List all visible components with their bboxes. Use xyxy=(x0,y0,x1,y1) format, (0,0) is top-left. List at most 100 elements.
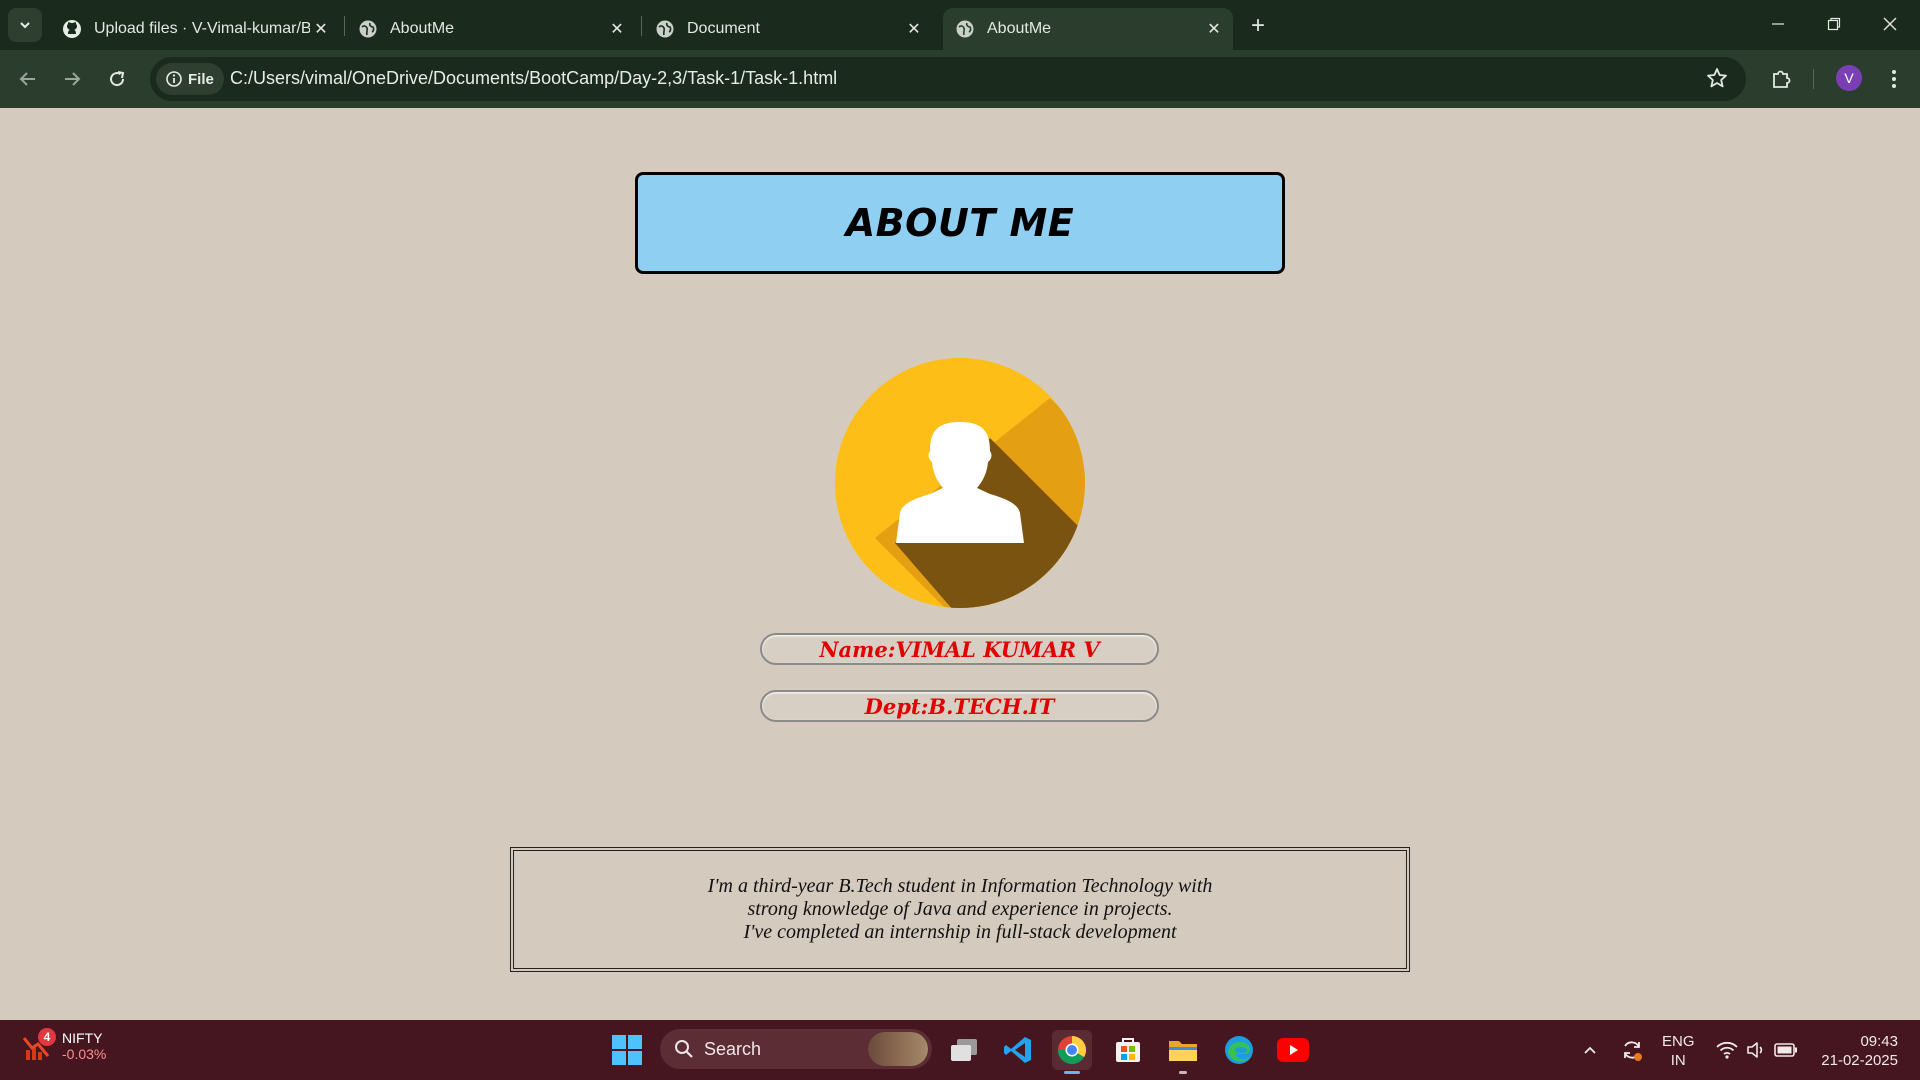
site-info-label: File xyxy=(188,70,214,88)
windows-logo-icon xyxy=(612,1035,642,1065)
toolbar-divider xyxy=(1813,69,1814,89)
tab-aboutme-active[interactable]: AboutMe ✕ xyxy=(943,8,1233,50)
back-button[interactable] xyxy=(12,63,44,95)
language-indicator[interactable]: ENG IN xyxy=(1662,1032,1695,1070)
tab-title: AboutMe xyxy=(390,20,455,37)
extensions-button[interactable] xyxy=(1765,63,1797,95)
chevron-up-icon xyxy=(1584,1046,1596,1054)
address-bar[interactable]: File C:/Users/vimal/OneDrive/Documents/B… xyxy=(150,57,1746,101)
tab-upload-files[interactable]: Upload files · V-Vimal-kumar/Bc ✕ xyxy=(50,8,340,50)
close-icon[interactable]: ✕ xyxy=(606,18,628,40)
arrow-left-icon xyxy=(19,72,35,86)
profile-avatar[interactable]: V xyxy=(1836,65,1862,91)
close-icon[interactable]: ✕ xyxy=(903,18,925,40)
close-icon[interactable]: ✕ xyxy=(310,18,332,40)
bookmark-star-button[interactable] xyxy=(1706,67,1728,94)
site-info-chip[interactable]: File xyxy=(156,63,224,95)
tab-document[interactable]: Document ✕ xyxy=(643,8,933,50)
github-icon xyxy=(63,20,81,38)
minimize-button[interactable] xyxy=(1750,0,1806,48)
more-vertical-icon xyxy=(1892,70,1896,88)
reload-button[interactable] xyxy=(101,63,133,95)
tab-aboutme-1[interactable]: AboutMe ✕ xyxy=(346,8,636,50)
forward-button[interactable] xyxy=(56,63,88,95)
show-hidden-icons-button[interactable] xyxy=(1582,1020,1598,1080)
arrow-right-icon xyxy=(65,72,81,86)
widget-change: -0.03% xyxy=(62,1046,107,1062)
search-label: Search xyxy=(704,1038,762,1059)
file-explorer-button[interactable] xyxy=(1163,1030,1203,1074)
taskbar-search[interactable]: Search xyxy=(660,1029,932,1069)
battery-icon xyxy=(1774,1043,1797,1057)
quick-settings-button[interactable] xyxy=(1716,1020,1798,1080)
vscode-button[interactable] xyxy=(998,1030,1038,1070)
notification-badge: 4 xyxy=(38,1028,56,1046)
date: 21-02-2025 xyxy=(1821,1052,1898,1069)
name-field: Name:VIMAL KUMAR V xyxy=(760,633,1159,665)
restore-button[interactable] xyxy=(1806,0,1862,48)
volume-icon xyxy=(1747,1042,1763,1058)
tab-strip: Upload files · V-Vimal-kumar/Bc ✕ AboutM… xyxy=(0,0,1920,50)
edge-button[interactable] xyxy=(1219,1030,1259,1070)
url-text[interactable]: C:/Users/vimal/OneDrive/Documents/BootCa… xyxy=(230,68,837,89)
tab-separator xyxy=(344,16,345,36)
about-line: I've completed an internship in full-sta… xyxy=(743,921,1177,943)
stock-widget[interactable]: 4 NIFTY -0.03% xyxy=(22,1028,107,1062)
running-indicator xyxy=(1064,1071,1080,1074)
restore-icon xyxy=(1827,17,1841,31)
new-tab-button[interactable]: + xyxy=(1244,12,1272,40)
minimize-icon xyxy=(1772,23,1784,25)
wifi-icon xyxy=(1716,1041,1738,1059)
heading-box: ABOUT ME xyxy=(635,172,1285,274)
browser-toolbar: File C:/Users/vimal/OneDrive/Documents/B… xyxy=(0,50,1920,108)
region-code: IN xyxy=(1670,1052,1686,1069)
reload-icon xyxy=(110,71,125,87)
sync-icon xyxy=(1624,1041,1642,1061)
task-view-button[interactable] xyxy=(944,1030,984,1070)
about-description-box: I'm a third-year B.Tech student in Infor… xyxy=(510,847,1410,972)
globe-icon xyxy=(956,20,974,38)
stock-chart-icon: 4 xyxy=(22,1028,56,1062)
task-view-icon xyxy=(951,1039,977,1061)
chrome-button[interactable] xyxy=(1052,1030,1092,1074)
search-highlight-image xyxy=(868,1032,928,1066)
search-icon xyxy=(675,1040,693,1058)
widget-title: NIFTY xyxy=(62,1030,103,1046)
menu-button[interactable] xyxy=(1878,63,1910,95)
youtube-button[interactable] xyxy=(1273,1030,1313,1070)
sync-status-button[interactable] xyxy=(1620,1020,1644,1080)
chrome-icon xyxy=(1058,1036,1086,1064)
tab-search-button[interactable] xyxy=(8,8,42,42)
start-button[interactable] xyxy=(612,1035,642,1070)
about-line: I'm a third-year B.Tech student in Infor… xyxy=(707,875,1213,897)
profile-picture xyxy=(835,358,1085,608)
vscode-icon xyxy=(1004,1037,1031,1063)
taskbar: 4 NIFTY -0.03% Search ENG IN 09:43 21-02… xyxy=(0,1020,1920,1080)
puzzle-icon xyxy=(1773,70,1791,88)
star-icon xyxy=(1707,68,1727,88)
store-button[interactable] xyxy=(1108,1030,1148,1070)
clock[interactable]: 09:43 21-02-2025 xyxy=(1821,1032,1898,1070)
tab-title: AboutMe xyxy=(987,20,1052,37)
page-title: ABOUT ME xyxy=(845,201,1075,245)
close-icon xyxy=(1883,17,1897,31)
microsoft-store-icon xyxy=(1116,1038,1140,1062)
chevron-down-icon xyxy=(20,22,30,29)
globe-icon xyxy=(656,20,674,38)
dept-field: Dept:B.TECH.IT xyxy=(760,690,1159,722)
file-explorer-icon xyxy=(1169,1041,1197,1061)
globe-icon xyxy=(359,20,377,38)
language-code: ENG xyxy=(1662,1033,1695,1050)
tab-separator xyxy=(641,16,642,36)
running-indicator xyxy=(1179,1071,1187,1074)
tab-title: Upload files · V-Vimal-kumar/Bc xyxy=(94,20,310,37)
time: 09:43 xyxy=(1860,1033,1898,1050)
edge-icon xyxy=(1225,1036,1253,1064)
info-icon xyxy=(166,71,182,87)
page-content: ABOUT ME Name:VIMAL KUMAR V Dept:B.TECH.… xyxy=(0,108,1920,1020)
youtube-icon xyxy=(1277,1038,1309,1062)
close-window-button[interactable] xyxy=(1862,0,1918,48)
close-icon[interactable]: ✕ xyxy=(1203,18,1225,40)
about-line: strong knowledge of Java and experience … xyxy=(747,898,1173,920)
tab-title: Document xyxy=(687,20,760,37)
